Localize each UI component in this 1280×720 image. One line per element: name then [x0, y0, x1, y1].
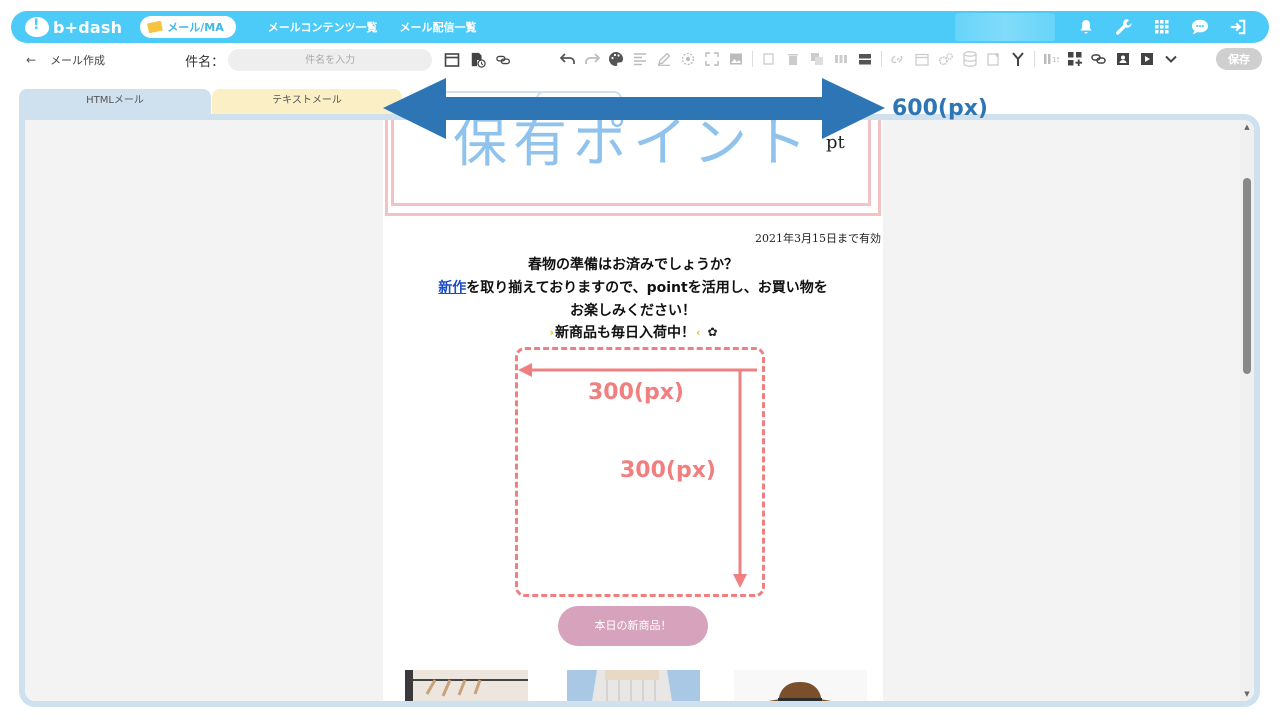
width-arrow-icon: [383, 78, 885, 139]
width-annotation-label: 600(px): [892, 96, 988, 121]
annotation-overlay: [383, 78, 885, 588]
image-width-label: 300(px): [588, 380, 684, 405]
image-width-arrowhead-icon: [518, 363, 532, 377]
app-window: b+dash メール/MA メールコンテンツ一覧 メール配信一覧: [0, 0, 1280, 720]
image-height-arrowhead-icon: [733, 574, 747, 588]
image-height-label: 300(px): [620, 458, 716, 483]
